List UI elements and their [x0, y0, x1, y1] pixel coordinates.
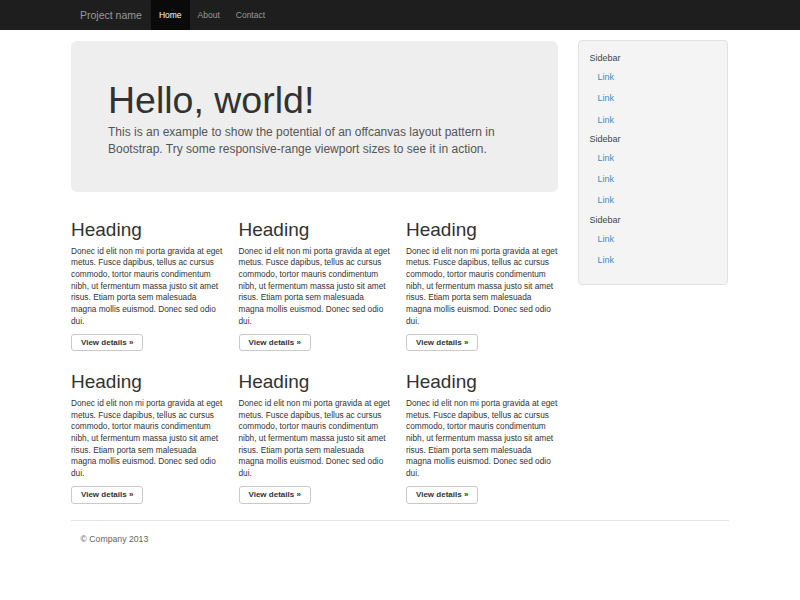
card-heading: Heading: [239, 219, 391, 240]
navbar: Project name Home About Contact: [0, 0, 800, 30]
card-body: Donec id elit non mi porta gravida at eg…: [239, 246, 391, 328]
card: Heading Donec id elit non mi porta gravi…: [406, 351, 558, 503]
sidebar-link[interactable]: Link: [579, 190, 727, 211]
sidebar-link[interactable]: Link: [579, 250, 727, 271]
cards-grid: Heading Donec id elit non mi porta gravi…: [71, 199, 558, 504]
sidebar-group-header: Sidebar: [579, 212, 727, 229]
card: Heading Donec id elit non mi porta gravi…: [406, 199, 558, 351]
view-details-button[interactable]: View details »: [71, 334, 143, 352]
brand-link[interactable]: Project name: [71, 0, 151, 30]
card-body: Donec id elit non mi porta gravida at eg…: [71, 246, 223, 328]
page-title: Hello, world!: [108, 80, 521, 121]
card: Heading Donec id elit non mi porta gravi…: [239, 199, 391, 351]
sidebar-link[interactable]: Link: [579, 148, 727, 169]
card-heading: Heading: [406, 371, 558, 392]
card-body: Donec id elit non mi porta gravida at eg…: [406, 246, 558, 328]
sidebar-group-header: Sidebar: [579, 131, 727, 148]
sidebar-link[interactable]: Link: [579, 110, 727, 131]
view-details-button[interactable]: View details »: [406, 334, 478, 352]
view-details-button[interactable]: View details »: [239, 334, 311, 352]
card-heading: Heading: [71, 219, 223, 240]
card: Heading Donec id elit non mi porta gravi…: [239, 351, 391, 503]
sidebar-group-header: Sidebar: [579, 50, 727, 67]
jumbotron: Hello, world! This is an example to show…: [71, 41, 558, 192]
card-body: Donec id elit non mi porta gravida at eg…: [239, 398, 391, 480]
nav-item-home[interactable]: Home: [151, 0, 190, 30]
sidebar-link[interactable]: Link: [579, 229, 727, 250]
card-heading: Heading: [239, 371, 391, 392]
sidebar-link[interactable]: Link: [579, 88, 727, 109]
sidebar: Sidebar Link Link Link Sidebar Link Link…: [578, 40, 728, 285]
sidebar-link[interactable]: Link: [579, 169, 727, 190]
view-details-button[interactable]: View details »: [406, 486, 478, 504]
footer: © Company 2013: [71, 520, 729, 545]
card: Heading Donec id elit non mi porta gravi…: [71, 351, 223, 503]
card: Heading Donec id elit non mi porta gravi…: [71, 199, 223, 351]
card-body: Donec id elit non mi porta gravida at eg…: [71, 398, 223, 480]
card-body: Donec id elit non mi porta gravida at eg…: [406, 398, 558, 480]
nav-menu: Home About Contact: [151, 0, 273, 30]
sidebar-link[interactable]: Link: [579, 67, 727, 88]
view-details-button[interactable]: View details »: [239, 486, 311, 504]
footer-divider: [71, 520, 729, 521]
nav-item-contact[interactable]: Contact: [228, 0, 273, 30]
view-details-button[interactable]: View details »: [71, 486, 143, 504]
copyright: © Company 2013: [71, 534, 729, 544]
nav-item-about[interactable]: About: [190, 0, 228, 30]
jumbotron-description: This is an example to show the potential…: [108, 124, 521, 159]
card-heading: Heading: [71, 371, 223, 392]
card-heading: Heading: [406, 219, 558, 240]
